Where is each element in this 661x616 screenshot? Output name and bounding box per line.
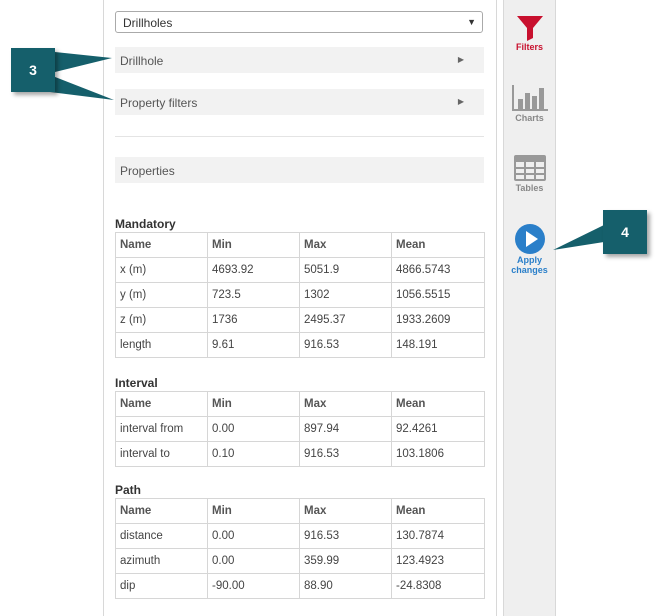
cell-min: 0.10 [207, 441, 300, 467]
section-property-filters[interactable]: Property filters ▶ [115, 89, 484, 115]
cell-max: 897.94 [299, 416, 392, 442]
table-row: z (m) 1736 2495.37 1933.2609 [115, 307, 485, 333]
cell-max: 1302 [299, 282, 392, 308]
cell-name: z (m) [115, 307, 208, 333]
cell-max: 2495.37 [299, 307, 392, 333]
right-sidebar: Filters Charts Tables Apply changes [503, 0, 556, 616]
path-table: Name Min Max Mean distance 0.00 916.53 1… [115, 498, 485, 599]
apply-changes-button[interactable]: Apply changes [504, 223, 555, 275]
cell-mean: 1933.2609 [391, 307, 485, 333]
table-row: y (m) 723.5 1302 1056.5515 [115, 282, 485, 308]
table-row: interval from 0.00 897.94 92.4261 [115, 416, 485, 442]
source-select-value: Drillholes [123, 16, 173, 30]
table-icon [513, 155, 546, 181]
cell-name: azimuth [115, 548, 208, 574]
table-row: azimuth 0.00 359.99 123.4923 [115, 548, 485, 574]
cell-max: 5051.9 [299, 257, 392, 283]
header-mean: Mean [391, 232, 485, 258]
cell-min: 4693.92 [207, 257, 300, 283]
section-properties-label: Properties [120, 164, 175, 178]
sidebar-item-tables[interactable]: Tables [504, 153, 555, 193]
cell-min: 9.61 [207, 332, 300, 358]
cell-mean: 92.4261 [391, 416, 485, 442]
bar-chart-icon [511, 85, 548, 111]
mandatory-table: Name Min Max Mean x (m) 4693.92 5051.9 4… [115, 232, 485, 358]
apply-changes-label-line1: Apply [516, 255, 542, 265]
cell-min: 0.00 [207, 416, 300, 442]
cell-name: y (m) [115, 282, 208, 308]
cell-max: 359.99 [299, 548, 392, 574]
header-max: Max [299, 232, 392, 258]
section-drillhole[interactable]: Drillhole ▶ [115, 47, 484, 73]
callout-4-pointer [553, 225, 604, 250]
cell-min: 1736 [207, 307, 300, 333]
group-title-mandatory: Mandatory [115, 217, 176, 231]
sidebar-item-tables-label: Tables [515, 183, 544, 193]
callout-4-number: 4 [621, 224, 629, 240]
header-name: Name [115, 498, 208, 524]
play-circle-icon [514, 224, 545, 254]
table-header-row: Name Min Max Mean [115, 232, 485, 258]
section-properties: Properties [115, 157, 484, 183]
header-name: Name [115, 232, 208, 258]
divider [115, 136, 484, 137]
cell-min: -90.00 [207, 573, 300, 599]
table-row: distance 0.00 916.53 130.7874 [115, 523, 485, 549]
chevron-right-icon: ▶ [457, 97, 464, 106]
cell-max: 916.53 [299, 332, 392, 358]
section-property-filters-label: Property filters [120, 96, 198, 110]
group-title-interval: Interval [115, 376, 158, 390]
cell-max: 88.90 [299, 573, 392, 599]
cell-min: 0.00 [207, 523, 300, 549]
cell-name: interval from [115, 416, 208, 442]
apply-changes-label-line2: changes [511, 265, 548, 275]
cell-min: 0.00 [207, 548, 300, 574]
header-min: Min [207, 232, 300, 258]
header-mean: Mean [391, 391, 485, 417]
callout-4: 4 [603, 210, 647, 254]
sidebar-item-filters-label: Filters [515, 42, 543, 52]
cell-mean: 1056.5515 [391, 282, 485, 308]
group-title-path: Path [115, 483, 142, 497]
interval-table: Name Min Max Mean interval from 0.00 897… [115, 391, 485, 467]
cell-mean: 148.191 [391, 332, 485, 358]
funnel-icon [516, 16, 543, 41]
table-row: interval to 0.10 916.53 103.1806 [115, 441, 485, 467]
source-select[interactable]: Drillholes ▼ [115, 11, 483, 33]
chevron-right-icon: ▶ [457, 55, 464, 64]
cell-min: 723.5 [207, 282, 300, 308]
header-name: Name [115, 391, 208, 417]
table-row: length 9.61 916.53 148.191 [115, 332, 485, 358]
sidebar-item-filters[interactable]: Filters [504, 14, 555, 52]
cell-mean: 4866.5743 [391, 257, 485, 283]
cell-name: interval to [115, 441, 208, 467]
sidebar-item-charts-label: Charts [515, 113, 544, 123]
cell-mean: -24.8308 [391, 573, 485, 599]
callout-3: 3 [11, 48, 55, 92]
header-mean: Mean [391, 498, 485, 524]
cell-name: distance [115, 523, 208, 549]
chevron-down-icon: ▼ [467, 17, 476, 27]
section-drillhole-label: Drillhole [120, 54, 164, 68]
table-header-row: Name Min Max Mean [115, 498, 485, 524]
cell-name: length [115, 332, 208, 358]
cell-max: 916.53 [299, 441, 392, 467]
cell-name: dip [115, 573, 208, 599]
header-max: Max [299, 391, 392, 417]
cell-max: 916.53 [299, 523, 392, 549]
cell-mean: 103.1806 [391, 441, 485, 467]
cell-name: x (m) [115, 257, 208, 283]
cell-mean: 130.7874 [391, 523, 485, 549]
sidebar-item-charts[interactable]: Charts [504, 83, 555, 123]
cell-mean: 123.4923 [391, 548, 485, 574]
header-max: Max [299, 498, 392, 524]
header-min: Min [207, 498, 300, 524]
table-row: x (m) 4693.92 5051.9 4866.5743 [115, 257, 485, 283]
table-header-row: Name Min Max Mean [115, 391, 485, 417]
table-row: dip -90.00 88.90 -24.8308 [115, 573, 485, 599]
header-min: Min [207, 391, 300, 417]
callout-3-number: 3 [29, 62, 37, 78]
